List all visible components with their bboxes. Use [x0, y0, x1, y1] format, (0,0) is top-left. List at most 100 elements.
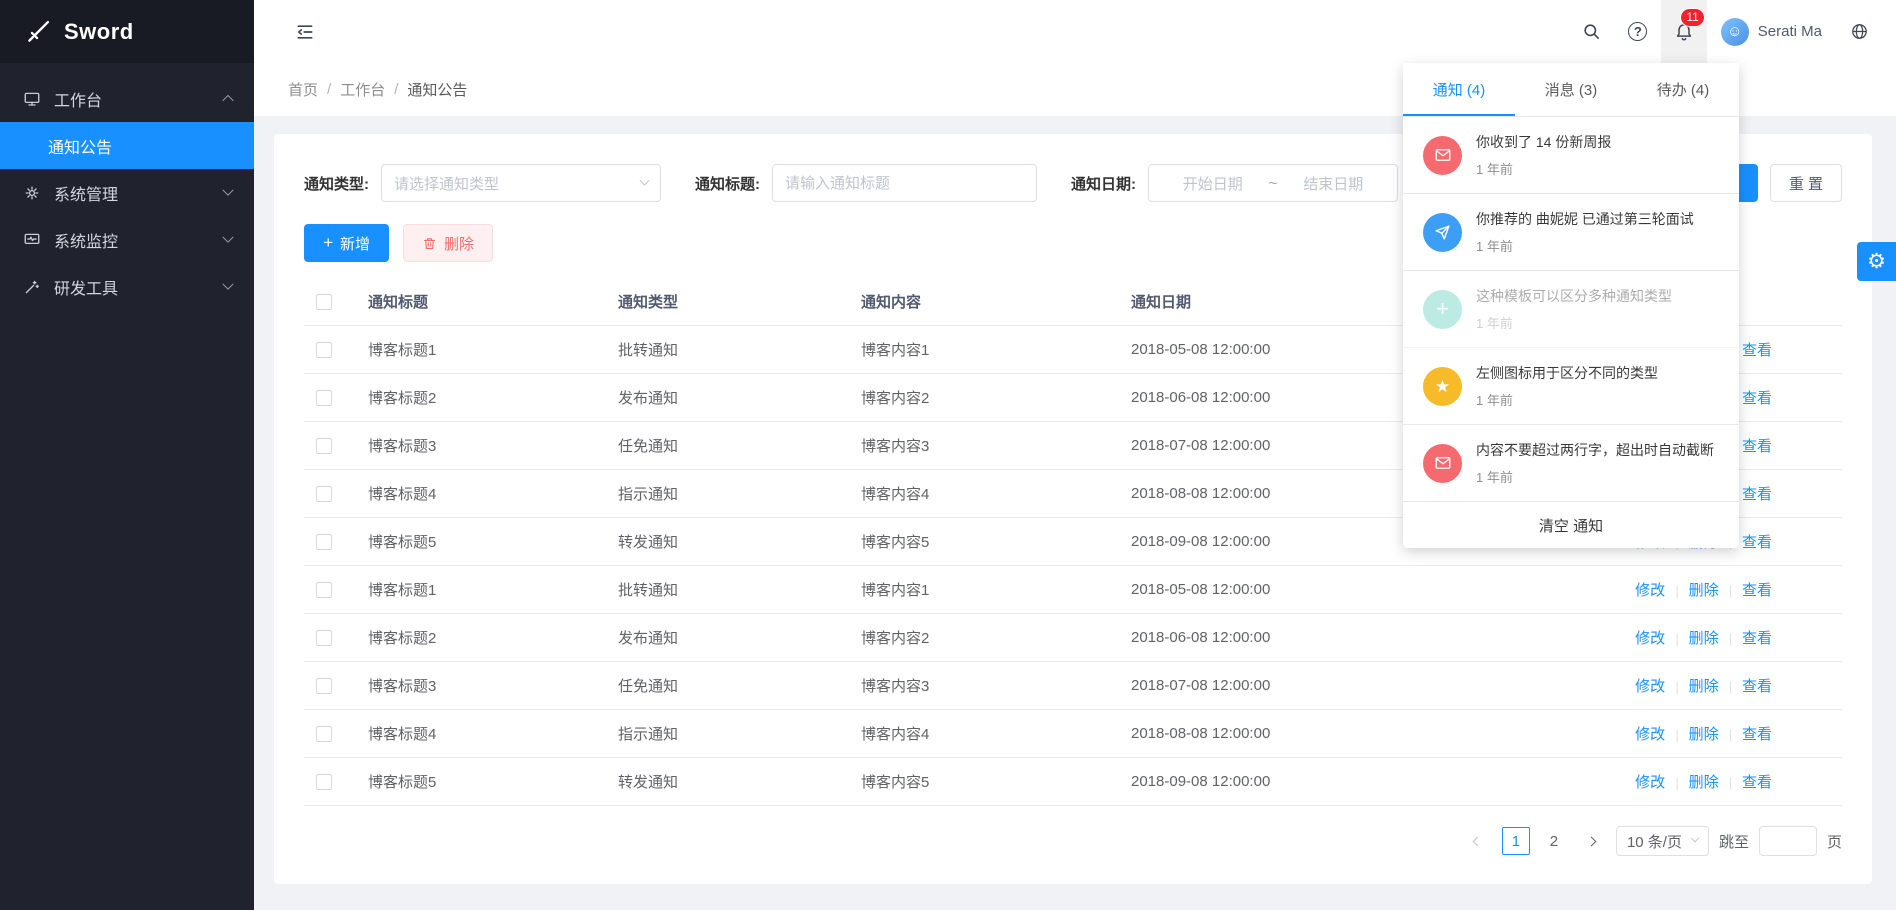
chevron-down-icon	[222, 278, 233, 289]
notification-title: 这种模板可以区分多种通知类型	[1476, 286, 1672, 306]
search-icon[interactable]	[1569, 0, 1615, 63]
send-icon	[1423, 213, 1462, 252]
notification-time: 1 年前	[1476, 159, 1611, 178]
cell-type: 转发通知	[606, 518, 849, 566]
delete-link[interactable]: 删除	[1689, 774, 1719, 791]
notifications-button[interactable]: 11	[1661, 0, 1707, 63]
notification-title: 内容不要超过两行字，超出时自动截断	[1476, 440, 1714, 460]
edit-link[interactable]: 修改	[1635, 582, 1665, 599]
chevron-down-icon	[222, 184, 233, 195]
cell-title: 博客标题3	[356, 422, 606, 470]
app-title: Sword	[64, 19, 134, 45]
cell-title: 博客标题1	[356, 566, 606, 614]
tab-messages[interactable]: 消息 (3)	[1515, 63, 1627, 116]
notice-type-select[interactable]: 请选择通知类型	[381, 164, 661, 202]
clear-notifications-button[interactable]: 清空 通知	[1403, 502, 1739, 548]
row-checkbox[interactable]	[316, 486, 332, 502]
sidebar-item-system-monitor[interactable]: 系统监控	[0, 216, 254, 263]
settings-fab-button[interactable]	[1857, 242, 1896, 281]
notification-time: 1 年前	[1476, 390, 1658, 409]
chevron-down-icon	[222, 231, 233, 242]
view-link[interactable]: 查看	[1742, 438, 1772, 455]
cell-date: 2018-08-08 12:00:00	[1119, 710, 1449, 758]
select-all-checkbox[interactable]	[316, 294, 332, 310]
cell-content: 博客内容5	[849, 758, 1119, 806]
cell-title: 博客标题2	[356, 614, 606, 662]
row-checkbox[interactable]	[316, 678, 332, 694]
trash-icon	[422, 236, 437, 251]
page-button-2[interactable]: 2	[1540, 827, 1568, 855]
next-page-button[interactable]	[1578, 827, 1606, 855]
breadcrumb-home[interactable]: 首页	[288, 79, 318, 100]
delete-button[interactable]: 删除	[403, 224, 493, 262]
row-checkbox[interactable]	[316, 438, 332, 454]
notification-tabs: 通知 (4) 消息 (3) 待办 (4)	[1403, 63, 1739, 117]
jump-label: 跳至	[1719, 831, 1749, 852]
cell-title: 博客标题2	[356, 374, 606, 422]
app-logo[interactable]: Sword	[0, 0, 254, 63]
notice-date-range-picker[interactable]: 开始日期 ~ 结束日期	[1148, 164, 1398, 202]
language-globe-icon[interactable]	[1836, 0, 1882, 63]
edit-link[interactable]: 修改	[1635, 774, 1665, 791]
sidebar-item-label: 系统管理	[54, 181, 224, 205]
delete-link[interactable]: 删除	[1689, 630, 1719, 647]
view-link[interactable]: 查看	[1742, 678, 1772, 695]
tab-notifications[interactable]: 通知 (4)	[1403, 63, 1515, 116]
notification-item[interactable]: 左侧图标用于区分不同的类型 1 年前	[1403, 348, 1739, 425]
user-menu[interactable]: Serati Ma	[1707, 0, 1836, 63]
monitor-icon	[22, 230, 42, 250]
view-link[interactable]: 查看	[1742, 486, 1772, 503]
cell-date: 2018-07-08 12:00:00	[1119, 422, 1449, 470]
view-link[interactable]: 查看	[1742, 582, 1772, 599]
notification-item[interactable]: 你收到了 14 份新周报 1 年前	[1403, 117, 1739, 194]
edit-link[interactable]: 修改	[1635, 630, 1665, 647]
sidebar-item-dev-tools[interactable]: 研发工具	[0, 263, 254, 310]
page-size-select[interactable]: 10 条/页	[1616, 826, 1709, 856]
row-checkbox[interactable]	[316, 630, 332, 646]
row-checkbox[interactable]	[316, 726, 332, 742]
notification-item-read[interactable]: 这种模板可以区分多种通知类型 1 年前	[1403, 271, 1739, 348]
edit-link[interactable]: 修改	[1635, 678, 1665, 695]
plus-icon	[323, 234, 333, 252]
delete-link[interactable]: 删除	[1689, 678, 1719, 695]
question-mark-icon	[1628, 22, 1647, 41]
sidebar-item-notice[interactable]: 通知公告	[0, 122, 254, 169]
view-link[interactable]: 查看	[1742, 534, 1772, 551]
cell-content: 博客内容2	[849, 374, 1119, 422]
jump-page-input[interactable]	[1759, 826, 1817, 856]
row-checkbox[interactable]	[316, 342, 332, 358]
notification-item[interactable]: 内容不要超过两行字，超出时自动截断 1 年前	[1403, 425, 1739, 502]
delete-link[interactable]: 删除	[1689, 582, 1719, 599]
view-link[interactable]: 查看	[1742, 630, 1772, 647]
prev-page-button[interactable]	[1464, 827, 1492, 855]
row-checkbox[interactable]	[316, 582, 332, 598]
cell-title: 博客标题3	[356, 662, 606, 710]
breadcrumb-workbench[interactable]: 工作台	[340, 79, 385, 100]
view-link[interactable]: 查看	[1742, 390, 1772, 407]
filter-type-group: 通知类型: 请选择通知类型	[304, 164, 661, 202]
view-link[interactable]: 查看	[1742, 726, 1772, 743]
row-checkbox[interactable]	[316, 774, 332, 790]
delete-link[interactable]: 删除	[1689, 726, 1719, 743]
table-row: 博客标题1 批转通知 博客内容1 2018-05-08 12:00:00 修改删…	[304, 566, 1842, 614]
page-unit-label: 页	[1827, 831, 1842, 852]
notice-title-input[interactable]	[772, 164, 1037, 202]
view-link[interactable]: 查看	[1742, 774, 1772, 791]
desktop-icon	[22, 89, 42, 109]
row-checkbox[interactable]	[316, 534, 332, 550]
app-root: Sword 工作台 通知公告	[0, 0, 1896, 910]
add-button[interactable]: 新增	[304, 224, 389, 262]
reset-button[interactable]: 重 置	[1770, 164, 1842, 202]
row-checkbox[interactable]	[316, 390, 332, 406]
notification-item[interactable]: 你推荐的 曲妮妮 已通过第三轮面试 1 年前	[1403, 194, 1739, 271]
cell-type: 指示通知	[606, 710, 849, 758]
tab-todos[interactable]: 待办 (4)	[1627, 63, 1739, 116]
help-icon[interactable]	[1615, 0, 1661, 63]
page-button-1[interactable]: 1	[1502, 827, 1530, 855]
sidebar-item-workbench[interactable]: 工作台	[0, 75, 254, 122]
edit-link[interactable]: 修改	[1635, 726, 1665, 743]
gear-icon	[1867, 251, 1886, 272]
view-link[interactable]: 查看	[1742, 342, 1772, 359]
collapse-sidebar-button[interactable]	[282, 0, 328, 63]
sidebar-item-system-management[interactable]: 系统管理	[0, 169, 254, 216]
